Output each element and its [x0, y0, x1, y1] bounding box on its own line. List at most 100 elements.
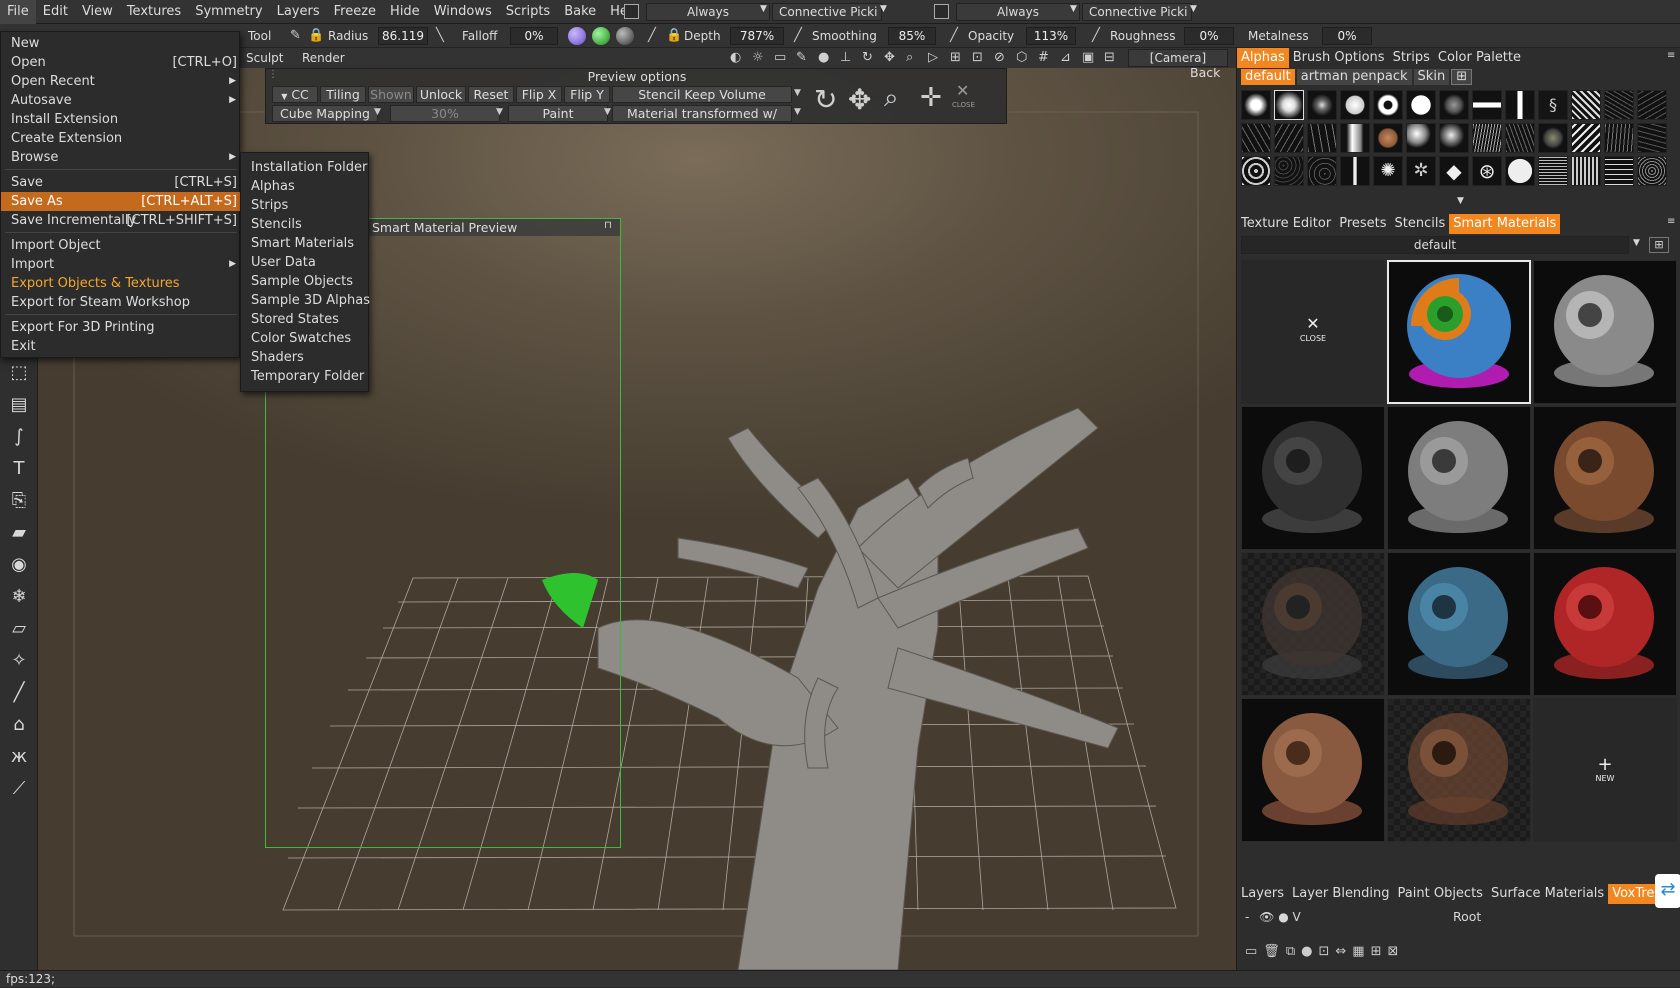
- grid-small-icon[interactable]: ▦: [1352, 944, 1370, 959]
- magic-wand-icon[interactable]: ✧: [6, 648, 32, 674]
- alpha-swatch[interactable]: [1340, 156, 1370, 186]
- play-icon[interactable]: ▷: [928, 50, 938, 66]
- tab-color-palette[interactable]: Color Palette: [1434, 48, 1525, 68]
- panel-menu-icon[interactable]: ≡: [1667, 216, 1675, 227]
- pan-icon[interactable]: ✛: [920, 83, 942, 113]
- alpha-swatch[interactable]: [1274, 123, 1304, 153]
- alpha-swatch[interactable]: [1241, 90, 1271, 120]
- lock-icon[interactable]: 🔒: [308, 28, 324, 44]
- alpha-swatch[interactable]: [1637, 156, 1667, 186]
- alpha-swatch[interactable]: [1406, 90, 1436, 120]
- alpha-swatch[interactable]: [1439, 90, 1469, 120]
- tab-presets[interactable]: Presets: [1335, 214, 1390, 234]
- alpha-swatch[interactable]: [1340, 123, 1370, 153]
- alpha-swatch[interactable]: [1637, 123, 1667, 153]
- menu-file[interactable]: File: [0, 0, 36, 24]
- render-tab[interactable]: Render: [302, 49, 345, 67]
- page-icon[interactable]: ▤: [6, 392, 32, 418]
- eraser-icon[interactable]: ▰: [6, 520, 32, 546]
- menu-item-save[interactable]: Save [CTRL+S]: [1, 173, 241, 192]
- lock-icon[interactable]: 🔒: [666, 28, 682, 44]
- always-dropdown-1[interactable]: Always: [646, 3, 770, 21]
- lasso-icon[interactable]: ⬚: [6, 360, 32, 386]
- new-material-tile[interactable]: + NEW: [1533, 698, 1677, 842]
- alpha-swatch[interactable]: [1274, 156, 1304, 186]
- alpha-swatch[interactable]: [1307, 156, 1337, 186]
- alpha-swatch[interactable]: [1439, 123, 1469, 153]
- tab-strips[interactable]: Strips: [1389, 48, 1434, 68]
- menu-item-create-extension[interactable]: Create Extension: [1, 129, 241, 148]
- submenu-item-installation-folder[interactable]: Installation Folder: [251, 158, 367, 177]
- tiling-button[interactable]: Tiling: [320, 86, 366, 103]
- image-icon[interactable]: ▭: [774, 50, 786, 66]
- alpha-swatch[interactable]: ◆: [1439, 156, 1469, 186]
- measure-icon[interactable]: ⟋: [6, 776, 32, 802]
- butterfly-icon[interactable]: ж: [6, 744, 32, 770]
- dot-icon[interactable]: ●: [1301, 944, 1318, 959]
- menu-item-save-as[interactable]: Save As [CTRL+ALT+S]: [1, 192, 241, 211]
- merge-icon[interactable]: ⊞: [1371, 944, 1388, 959]
- always-dropdown-2[interactable]: Always: [956, 3, 1080, 21]
- add-folder-icon[interactable]: ⊞: [1649, 237, 1669, 253]
- curve-icon[interactable]: ∫: [6, 424, 32, 450]
- close-layer-icon[interactable]: ⊠: [1387, 944, 1404, 959]
- alpha-set-default[interactable]: default: [1241, 69, 1295, 85]
- iron-icon[interactable]: ⌂: [6, 712, 32, 738]
- layout-icon[interactable]: ⊟: [1104, 50, 1115, 66]
- drop-icon[interactable]: ●: [818, 50, 829, 66]
- panel-menu-icon[interactable]: ≡: [1667, 50, 1675, 61]
- alpha-swatch[interactable]: [1472, 123, 1502, 153]
- submenu-item-alphas[interactable]: Alphas: [251, 177, 295, 196]
- tab-alphas[interactable]: Alphas: [1237, 48, 1289, 68]
- submenu-item-user-data[interactable]: User Data: [251, 253, 316, 272]
- alpha-swatch[interactable]: [1373, 90, 1403, 120]
- unlock-button[interactable]: Unlock: [416, 86, 466, 103]
- search-icon[interactable]: ⌕: [906, 50, 913, 66]
- snowflake-icon[interactable]: ❄: [6, 584, 32, 610]
- alpha-set-skin[interactable]: Skin: [1413, 69, 1450, 85]
- alpha-swatch[interactable]: [1505, 90, 1535, 120]
- contrast-icon[interactable]: ◐: [730, 50, 741, 66]
- alpha-swatch[interactable]: [1340, 90, 1370, 120]
- alpha-swatch[interactable]: [1472, 90, 1502, 120]
- menu-textures[interactable]: Textures: [120, 0, 188, 24]
- menu-item-import-object[interactable]: Import Object: [1, 236, 241, 255]
- roughness-brush-icon[interactable]: ╱: [1092, 28, 1100, 44]
- pen-tool-icon[interactable]: ╱: [6, 680, 32, 706]
- tab-smart-materials[interactable]: Smart Materials: [1449, 214, 1561, 234]
- alpha-swatch[interactable]: [1538, 123, 1568, 153]
- smart-material-thumbnail[interactable]: [1387, 698, 1531, 842]
- snap-icon[interactable]: ⊥: [840, 50, 851, 66]
- submenu-item-sample-objects[interactable]: Sample Objects: [251, 272, 353, 291]
- menu-item-import[interactable]: Import ▶: [1, 255, 241, 274]
- pen-pressure-icon[interactable]: ╲: [436, 28, 444, 44]
- pin-icon[interactable]: ⊓: [604, 220, 612, 231]
- tab-layers[interactable]: Layers: [1237, 884, 1288, 904]
- tab-surface-materials[interactable]: Surface Materials: [1487, 884, 1608, 904]
- roughness-field[interactable]: 0%: [1184, 27, 1234, 45]
- flip-x-button[interactable]: Flip X: [516, 86, 562, 103]
- alpha-swatch[interactable]: [1604, 123, 1634, 153]
- alpha-set-artman[interactable]: artman penpack: [1296, 69, 1412, 85]
- menu-layers[interactable]: Layers: [270, 0, 327, 24]
- smart-material-thumbnail[interactable]: [1241, 552, 1385, 696]
- tab-paint-objects[interactable]: Paint Objects: [1394, 884, 1487, 904]
- menu-item-open-recent[interactable]: Open Recent ▶: [1, 72, 241, 91]
- metalness-field[interactable]: 0%: [1322, 27, 1372, 45]
- gloss-sphere-icon[interactable]: [616, 27, 634, 45]
- smart-material-thumbnail[interactable]: [1241, 406, 1385, 550]
- move-icon[interactable]: ✥: [848, 83, 871, 116]
- move-icon[interactable]: ✥: [884, 50, 895, 66]
- menu-windows[interactable]: Windows: [427, 0, 499, 24]
- close-label[interactable]: CLOSE: [952, 101, 975, 109]
- menu-freeze[interactable]: Freeze: [327, 0, 383, 24]
- menu-scripts[interactable]: Scripts: [499, 0, 557, 24]
- tab-stencils[interactable]: Stencils: [1391, 214, 1450, 234]
- submenu-item-temporary-folder[interactable]: Temporary Folder: [251, 367, 364, 386]
- menu-item-export-steam-workshop[interactable]: Export for Steam Workshop: [1, 293, 241, 312]
- delete-icon[interactable]: 🗑: [1263, 944, 1286, 959]
- smart-material-thumbnail[interactable]: [1533, 552, 1677, 696]
- rotate-icon[interactable]: ↻: [814, 83, 837, 116]
- alpha-swatch[interactable]: [1571, 123, 1601, 153]
- percent-field[interactable]: 30%: [390, 105, 500, 122]
